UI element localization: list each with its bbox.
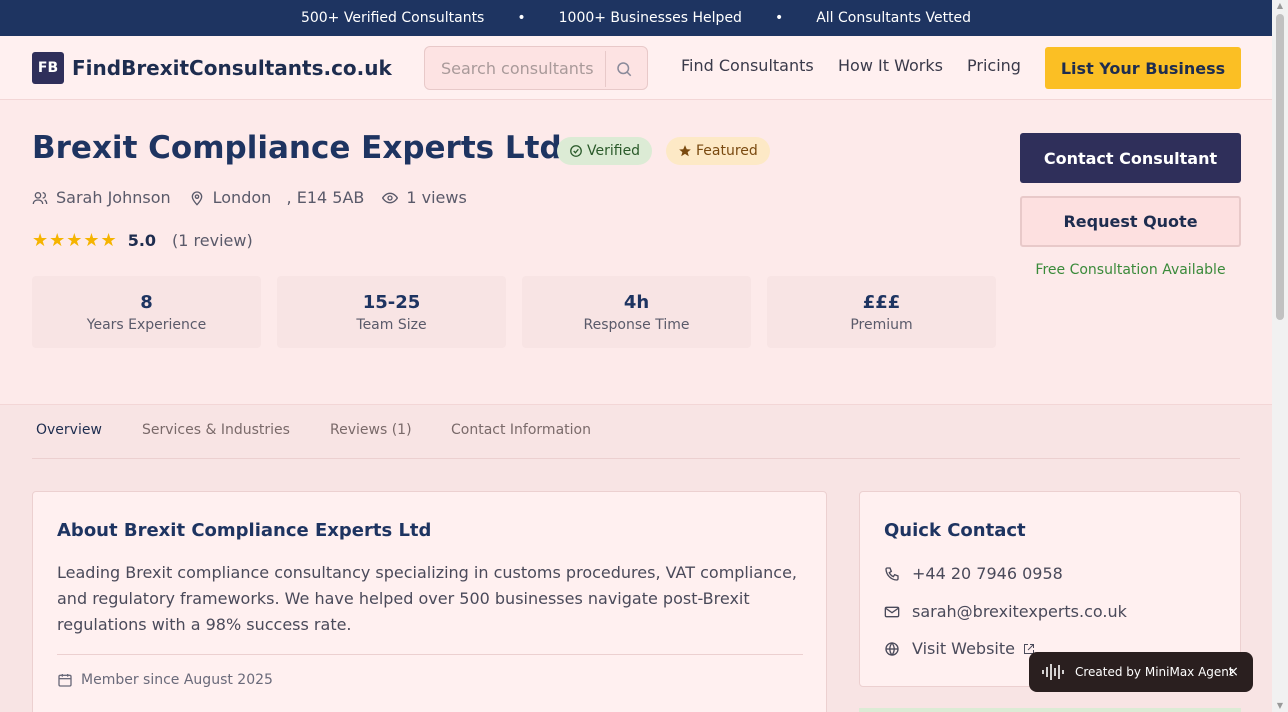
tab-contact-information[interactable]: Contact Information [451,422,591,438]
about-card: About Brexit Compliance Experts Ltd Lead… [32,491,827,712]
star-icon [678,144,692,158]
phone-icon [885,566,899,581]
contact-consultant-button[interactable]: Contact Consultant [1020,133,1241,183]
tab-services-industries[interactable]: Services & Industries [142,422,290,438]
stat-value: 4h [623,292,650,313]
search-input[interactable] [425,58,601,78]
minimax-label: Created by MiniMax Agent [1075,665,1234,679]
scrollbar-thumb[interactable] [1276,14,1284,320]
request-quote-button[interactable]: Request Quote [1020,196,1241,247]
email-link[interactable]: sarah@brexitexperts.co.uk [884,602,1127,621]
featured-badge: Featured [666,137,770,165]
nav-how-it-works[interactable]: How It Works [838,56,943,75]
profile-meta: Sarah Johnson London , E14 5AB 1 views [32,188,485,207]
stat-card: 15-25 Team Size [277,276,506,348]
check-circle-icon [569,144,583,158]
page-scrollbar[interactable]: ▲ ▼ [1272,0,1288,712]
email-address: sarah@brexitexperts.co.uk [912,602,1127,621]
nav-find-consultants[interactable]: Find Consultants [681,56,814,75]
view-count: 1 views [406,188,467,207]
announcement-separator: • [774,10,784,26]
review-count: (1 review) [172,231,253,250]
eye-icon [382,192,399,203]
website-link[interactable]: Visit Website [884,639,1035,658]
featured-label: Featured [696,143,758,159]
location: London , E14 5AB [212,188,365,207]
site-header: FB FindBrexitConsultants.co.uk Find Cons… [0,36,1272,100]
quick-contact-title: Quick Contact [884,520,1026,541]
about-divider [57,654,803,655]
stat-value: 8 [140,292,153,313]
stat-card: £££ Premium [767,276,996,348]
member-since: Member since August 2025 [57,672,273,688]
globe-icon [885,641,899,656]
stat-label: Team Size [356,317,427,333]
stat-card: 4h Response Time [522,276,751,348]
scroll-up-icon[interactable]: ▲ [1276,2,1284,10]
search-icon [616,62,631,77]
announcement-separator: • [517,10,526,26]
announcement-verified: 500+ Verified Consultants [300,10,485,26]
page-title: Brexit Compliance Experts Ltd [32,130,562,166]
tabs-divider [32,458,1240,459]
logo-text: FindBrexitConsultants.co.uk [72,56,392,80]
logo-badge: FB [32,52,64,84]
contact-person: Sarah Johnson [56,188,171,207]
about-title: About Brexit Compliance Experts Ltd [57,520,432,541]
stat-value: 15-25 [362,292,421,313]
stat-label: Premium [850,317,913,333]
list-your-business-button[interactable]: List Your Business [1045,47,1241,89]
member-since-text: Member since August 2025 [81,672,273,688]
minimax-badge[interactable]: Created by MiniMax Agent × [1029,652,1253,692]
stat-label: Years Experience [86,317,207,333]
nav-pricing[interactable]: Pricing [967,56,1021,75]
mail-icon [884,606,900,617]
website-label: Visit Website [912,639,1015,658]
stat-value: £££ [862,292,901,313]
stat-card: 8 Years Experience [32,276,261,348]
rating-score: 5.0 [127,231,157,250]
scroll-down-icon[interactable]: ▼ [1276,702,1284,710]
close-icon[interactable]: × [1227,664,1239,680]
tab-reviews[interactable]: Reviews (1) [330,422,412,438]
verified-badge: Verified [557,137,653,165]
phone-number: +44 20 7946 0958 [912,564,1063,583]
announcement-vetted: All Consultants Vetted [816,10,972,26]
about-description: Leading Brexit compliance consultancy sp… [57,563,797,634]
users-icon [32,191,48,204]
verified-label: Verified [587,143,641,159]
search-box [424,46,648,90]
next-card-edge [859,708,1241,712]
announcement-bar: 500+ Verified Consultants • 1000+ Busine… [0,0,1272,36]
search-button[interactable] [605,51,641,87]
star-rating-icons: ★★★★★ [32,230,118,251]
map-pin-icon [191,190,202,206]
stat-label: Response Time [583,317,690,333]
rating-row: ★★★★★ 5.0 (1 review) [32,230,253,251]
site-logo[interactable]: FB FindBrexitConsultants.co.uk [32,52,392,84]
free-consultation-note: Free Consultation Available [1035,262,1226,278]
phone-link[interactable]: +44 20 7946 0958 [884,564,1063,583]
waveform-icon [1042,664,1064,680]
tab-overview[interactable]: Overview [36,422,102,438]
calendar-icon [58,674,72,687]
announcement-businesses: 1000+ Businesses Helped [558,10,742,26]
